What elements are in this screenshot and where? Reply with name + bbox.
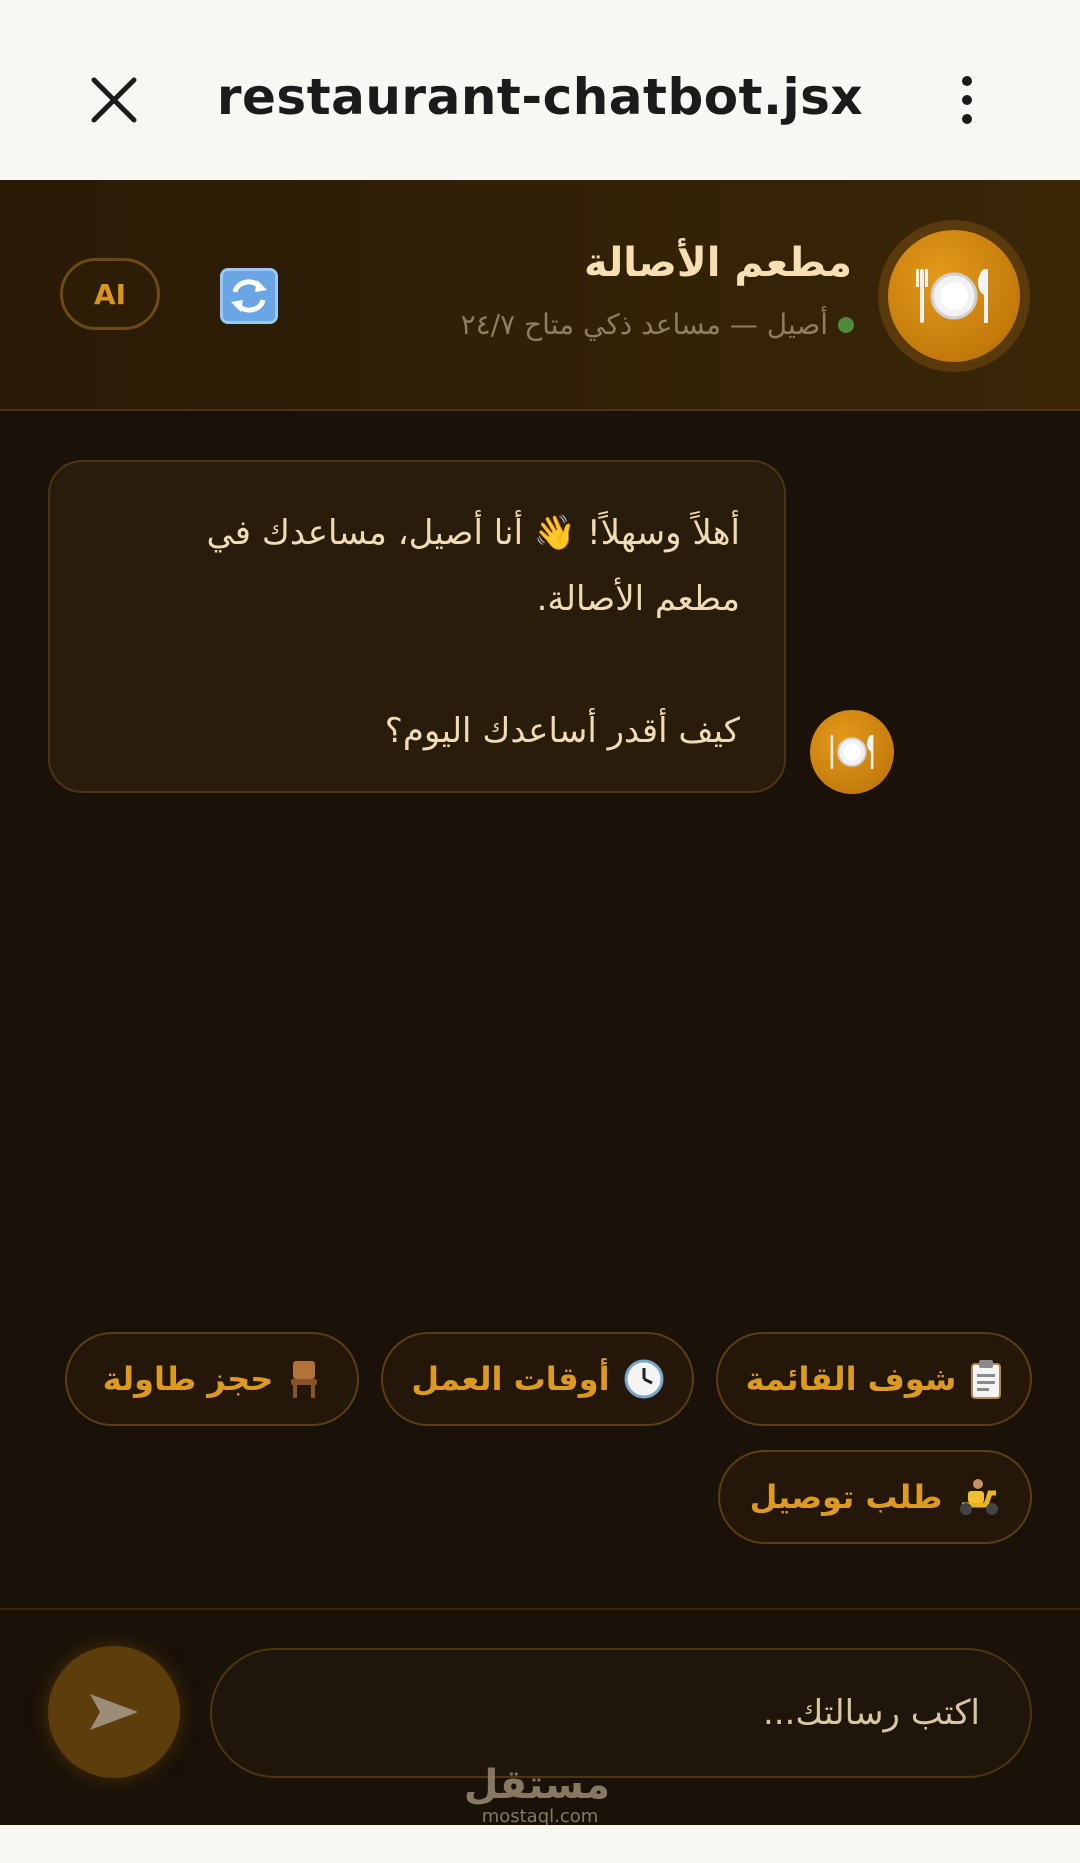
restaurant-name: مطعم الأصالة <box>583 240 852 286</box>
chip-label: حجز طاولة <box>102 1360 274 1398</box>
message-line: كيف أقدر أساعدك اليوم؟ <box>384 711 740 751</box>
clock-icon <box>624 1359 664 1399</box>
message-line: مطعم الأصالة. <box>536 579 740 619</box>
chip-label: شوف القائمة <box>745 1360 957 1398</box>
mostaql-watermark: مستقل mostaql.com <box>463 1762 610 1827</box>
clipboard-icon <box>970 1359 1002 1399</box>
file-viewer-bar: restaurant-chatbot.jsx <box>0 0 1080 180</box>
quick-reply-menu[interactable]: شوف القائمة <box>716 1332 1032 1426</box>
chip-label: أوقات العمل <box>411 1360 610 1398</box>
plate-cutlery-icon <box>888 230 1020 362</box>
bot-avatar <box>810 710 894 794</box>
chat-header: مطعم الأصالة أصيل — مساعد ذكي متاح ٢٤/٧ … <box>0 180 1080 411</box>
file-title: restaurant-chatbot.jsx <box>216 68 864 126</box>
status-text: أصيل — مساعد ذكي متاح ٢٤/٧ <box>460 308 828 341</box>
scooter-icon <box>956 1477 1000 1517</box>
close-icon[interactable] <box>84 70 144 130</box>
message-line: أهلاً وسهلاً! 👋 أنا أصيل، مساعدك في <box>206 513 740 553</box>
plate-cutlery-icon <box>830 735 874 769</box>
more-options-icon[interactable] <box>950 70 984 130</box>
refresh-icon[interactable] <box>220 268 278 324</box>
send-icon <box>90 1694 138 1730</box>
watermark-arabic: مستقل <box>463 1762 610 1808</box>
quick-reply-hours[interactable]: أوقات العمل <box>381 1332 694 1426</box>
watermark-latin: mostaql.com <box>481 1806 599 1827</box>
chip-label: طلب توصيل <box>749 1478 943 1516</box>
ai-badge[interactable]: AI <box>60 258 160 330</box>
chatbot-app: مطعم الأصالة أصيل — مساعد ذكي متاح ٢٤/٧ … <box>0 180 1080 1827</box>
quick-reply-delivery[interactable]: طلب توصيل <box>718 1450 1032 1544</box>
chair-icon <box>287 1359 321 1399</box>
bottom-strip <box>0 1825 1080 1863</box>
online-dot-icon <box>838 316 854 333</box>
send-button[interactable] <box>48 1646 180 1778</box>
message-input[interactable] <box>210 1648 1032 1778</box>
bot-status: أصيل — مساعد ذكي متاح ٢٤/٧ <box>461 308 854 341</box>
bot-message-bubble: أهلاً وسهلاً! 👋 أنا أصيل، مساعدك في مطعم… <box>48 460 786 793</box>
quick-reply-reservation[interactable]: حجز طاولة <box>65 1332 359 1426</box>
device-screen: restaurant-chatbot.jsx مطعم الأصالة أصيل… <box>0 0 1080 1863</box>
